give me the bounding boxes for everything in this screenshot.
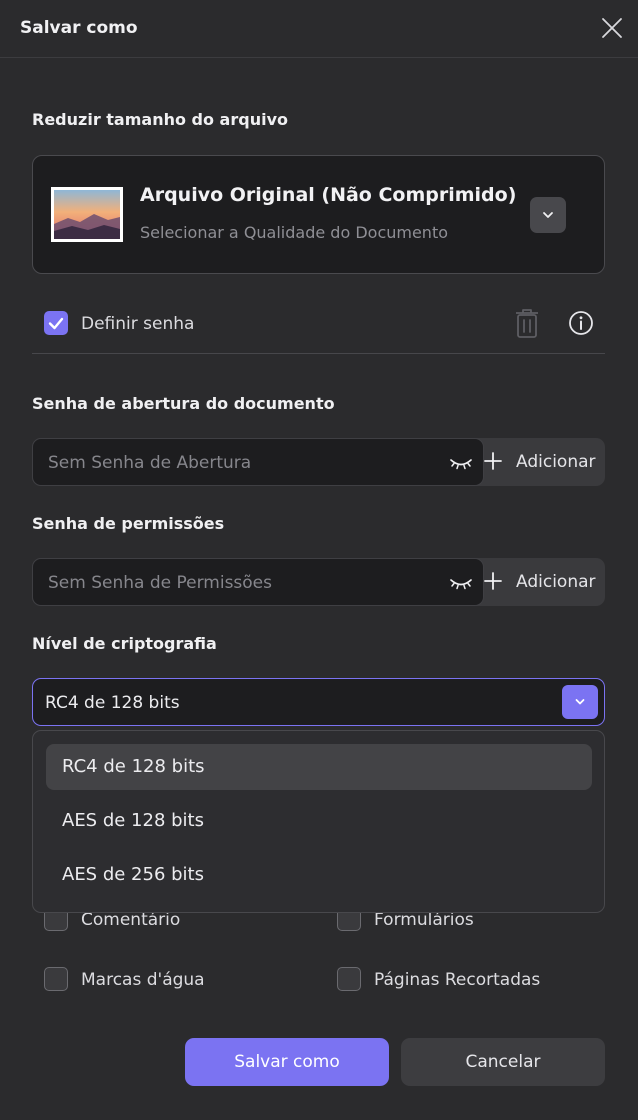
- dialog-header: Salvar como: [0, 0, 638, 58]
- set-password-label: Definir senha: [81, 314, 195, 334]
- permissions-password-placeholder: Sem Senha de Permissões: [48, 573, 272, 593]
- encryption-option-rc4-128[interactable]: RC4 de 128 bits: [46, 744, 592, 790]
- permission-label-watermarks: Marcas d'água: [81, 970, 205, 990]
- permissions-password-group: Sem Senha de Permissões Adicionar: [32, 558, 605, 606]
- plus-icon[interactable]: [482, 570, 504, 592]
- encryption-label: Nível de criptografia: [32, 634, 217, 653]
- save-as-button[interactable]: Salvar como: [185, 1038, 389, 1086]
- chevron-down-icon: [575, 699, 585, 705]
- eye-closed-icon[interactable]: [448, 576, 474, 592]
- permission-checkbox-watermarks[interactable]: [44, 967, 68, 991]
- encryption-option-label: AES de 256 bits: [62, 864, 204, 885]
- encryption-option-aes-128[interactable]: AES de 128 bits: [46, 798, 592, 844]
- open-password-add-button[interactable]: Adicionar: [516, 452, 596, 472]
- quality-dropdown-button[interactable]: [530, 197, 566, 233]
- encryption-option-label: RC4 de 128 bits: [62, 756, 205, 777]
- quality-card[interactable]: Arquivo Original (Não Comprimido) Seleci…: [32, 155, 605, 274]
- check-icon: [48, 317, 64, 330]
- permission-checkbox-cropped-pages[interactable]: [337, 967, 361, 991]
- encryption-dropdown-menu: RC4 de 128 bits AES de 128 bits AES de 2…: [32, 730, 605, 913]
- encryption-option-label: AES de 128 bits: [62, 810, 204, 831]
- trash-icon[interactable]: [512, 306, 542, 340]
- dialog-title: Salvar como: [20, 18, 138, 38]
- open-password-group: Sem Senha de Abertura Adicionar: [32, 438, 605, 486]
- close-icon[interactable]: [598, 14, 626, 42]
- permission-label-forms: Formulários: [374, 910, 474, 930]
- open-password-input[interactable]: Sem Senha de Abertura: [32, 438, 484, 486]
- divider: [32, 353, 605, 354]
- plus-icon[interactable]: [482, 450, 504, 472]
- quality-title: Arquivo Original (Não Comprimido): [140, 184, 517, 206]
- encryption-dropdown-button[interactable]: [562, 685, 598, 719]
- compress-label: Reduzir tamanho do arquivo: [32, 110, 288, 129]
- encryption-select[interactable]: RC4 de 128 bits: [32, 678, 605, 726]
- save-as-button-label: Salvar como: [234, 1052, 340, 1072]
- permissions-password-add-button[interactable]: Adicionar: [516, 572, 596, 592]
- set-password-checkbox[interactable]: [44, 311, 68, 335]
- cancel-button-label: Cancelar: [465, 1052, 541, 1072]
- encryption-selected-value: RC4 de 128 bits: [45, 693, 180, 713]
- open-password-label: Senha de abertura do documento: [32, 394, 335, 413]
- eye-closed-icon[interactable]: [448, 456, 474, 472]
- quality-subtitle: Selecionar a Qualidade do Documento: [140, 223, 449, 242]
- permission-label-comment: Comentário: [81, 910, 181, 930]
- open-password-placeholder: Sem Senha de Abertura: [48, 453, 252, 473]
- permissions-password-label: Senha de permissões: [32, 514, 225, 533]
- info-icon[interactable]: [567, 309, 595, 337]
- chevron-down-icon: [543, 212, 553, 218]
- document-thumbnail: [51, 187, 123, 242]
- permission-label-cropped-pages: Páginas Recortadas: [374, 970, 541, 990]
- encryption-option-aes-256[interactable]: AES de 256 bits: [46, 852, 592, 898]
- permissions-password-input[interactable]: Sem Senha de Permissões: [32, 558, 484, 606]
- cancel-button[interactable]: Cancelar: [401, 1038, 605, 1086]
